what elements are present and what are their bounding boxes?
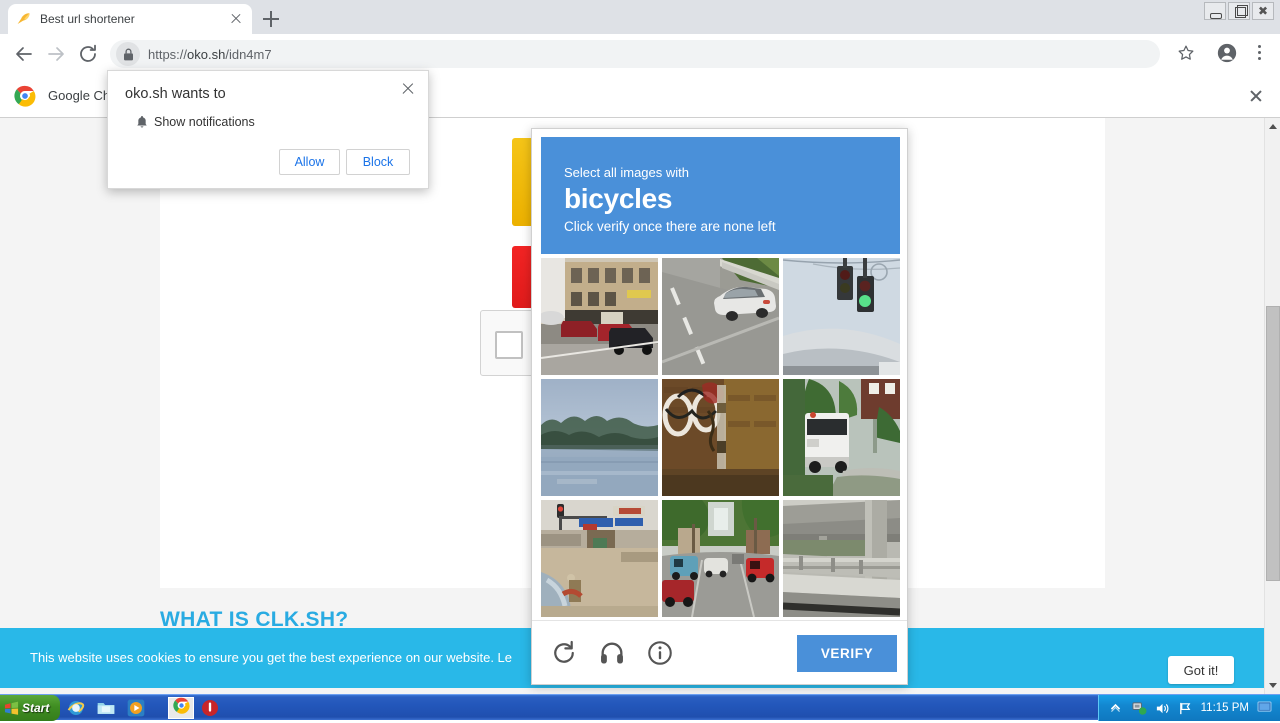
forward-button[interactable] xyxy=(44,42,68,66)
headphones-icon[interactable] xyxy=(598,639,626,667)
show-hidden-icons-icon[interactable] xyxy=(1109,701,1124,716)
captcha-tile-5[interactable] xyxy=(783,379,900,496)
scroll-down-arrow-icon[interactable] xyxy=(1265,677,1280,694)
challenge-header: Select all images with bicycles Click ve… xyxy=(541,137,900,254)
chrome-taskbar-icon xyxy=(172,697,190,719)
verify-button[interactable]: VERIFY xyxy=(797,635,897,672)
taskbar-chrome-button[interactable] xyxy=(168,697,194,719)
permission-label: Show notifications xyxy=(154,115,255,129)
volume-icon[interactable] xyxy=(1155,701,1170,716)
new-tab-button[interactable] xyxy=(258,8,284,30)
challenge-instruction-small: Select all images with xyxy=(564,165,689,180)
captcha-tile-6[interactable] xyxy=(541,500,658,617)
blocked-app-icon[interactable] xyxy=(200,698,220,718)
reload-challenge-icon[interactable] xyxy=(550,639,578,667)
system-tray: 11:15 PM xyxy=(1097,695,1280,721)
captcha-tile-1[interactable] xyxy=(662,258,779,375)
url-host: oko.sh xyxy=(187,46,226,62)
profile-avatar-icon[interactable] xyxy=(1216,42,1238,64)
url-scheme: https:// xyxy=(148,46,188,62)
network-icon[interactable] xyxy=(1132,701,1147,716)
captcha-tile-4[interactable] xyxy=(662,379,779,496)
restore-icon[interactable] xyxy=(1228,2,1250,20)
challenge-image-grid xyxy=(541,258,900,617)
notification-permission-dialog: oko.sh wants to Show notifications Allow… xyxy=(107,70,429,189)
challenge-footer: VERIFY xyxy=(532,620,907,684)
captcha-tile-7[interactable] xyxy=(662,500,779,617)
scrollbar-thumb[interactable] xyxy=(1266,306,1280,581)
permission-dialog-close-icon[interactable] xyxy=(398,79,418,99)
challenge-target-object: bicycles xyxy=(564,183,673,214)
browser-tab[interactable]: Best url shortener xyxy=(8,4,252,34)
address-bar[interactable]: https://oko.sh/idn4m7 xyxy=(110,40,1160,68)
captcha-tile-2[interactable] xyxy=(783,258,900,375)
flag-icon[interactable] xyxy=(1178,701,1193,716)
reload-button[interactable] xyxy=(76,42,100,66)
chrome-browser-window: Best url shortener ✖ https://oko.sh/idn4… xyxy=(0,0,1280,694)
url-text: https://oko.sh/idn4m7 xyxy=(148,47,272,62)
media-player-icon[interactable] xyxy=(126,698,146,718)
permission-dialog-title: oko.sh wants to xyxy=(125,86,226,102)
minimize-icon[interactable] xyxy=(1204,2,1226,20)
star-icon[interactable] xyxy=(1176,43,1196,63)
block-button[interactable]: Block xyxy=(346,149,410,175)
recaptcha-checkbox[interactable] xyxy=(495,331,523,359)
tab-strip: Best url shortener ✖ xyxy=(0,0,1280,34)
page-scrollbar[interactable] xyxy=(1264,118,1280,694)
taskbar-clock[interactable]: 11:15 PM xyxy=(1201,702,1249,714)
tab-title: Best url shortener xyxy=(40,12,135,26)
back-button[interactable] xyxy=(12,42,36,66)
chrome-logo-icon xyxy=(14,85,36,107)
lock-icon[interactable] xyxy=(116,42,140,66)
window-controls: ✖ xyxy=(1204,2,1274,20)
internet-explorer-icon[interactable] xyxy=(66,698,86,718)
folder-icon[interactable] xyxy=(96,698,116,718)
quick-launch-bar xyxy=(66,698,146,718)
show-desktop-icon[interactable] xyxy=(1257,700,1272,716)
captcha-tile-0[interactable] xyxy=(541,258,658,375)
captcha-tile-8[interactable] xyxy=(783,500,900,617)
scroll-up-arrow-icon[interactable] xyxy=(1265,118,1280,135)
allow-button[interactable]: Allow xyxy=(279,149,340,175)
challenge-instruction-hint: Click verify once there are none left xyxy=(564,219,776,234)
three-dots-menu-icon[interactable] xyxy=(1250,42,1268,64)
infobar-text: Google Ch xyxy=(48,88,111,103)
comet-favicon xyxy=(16,11,32,27)
info-icon[interactable] xyxy=(646,639,674,667)
windows-taskbar: Start 11:15 PM xyxy=(0,694,1280,721)
windows-flag-icon xyxy=(4,701,19,716)
tab-close-icon[interactable] xyxy=(228,11,244,27)
start-button[interactable]: Start xyxy=(0,695,60,721)
url-path: /idn4m7 xyxy=(225,46,272,62)
bell-icon xyxy=(134,114,150,130)
window-close-icon[interactable]: ✖ xyxy=(1252,2,1274,20)
start-button-label: Start xyxy=(22,701,50,715)
cookie-banner-text: This website uses cookies to ensure you … xyxy=(30,650,513,665)
cookie-accept-button[interactable]: Got it! xyxy=(1168,656,1234,684)
recaptcha-challenge-dialog: Select all images with bicycles Click ve… xyxy=(531,128,908,685)
browser-toolbar: https://oko.sh/idn4m7 xyxy=(0,34,1280,74)
captcha-tile-3[interactable] xyxy=(541,379,658,496)
infobar-close-icon[interactable] xyxy=(1246,86,1266,106)
